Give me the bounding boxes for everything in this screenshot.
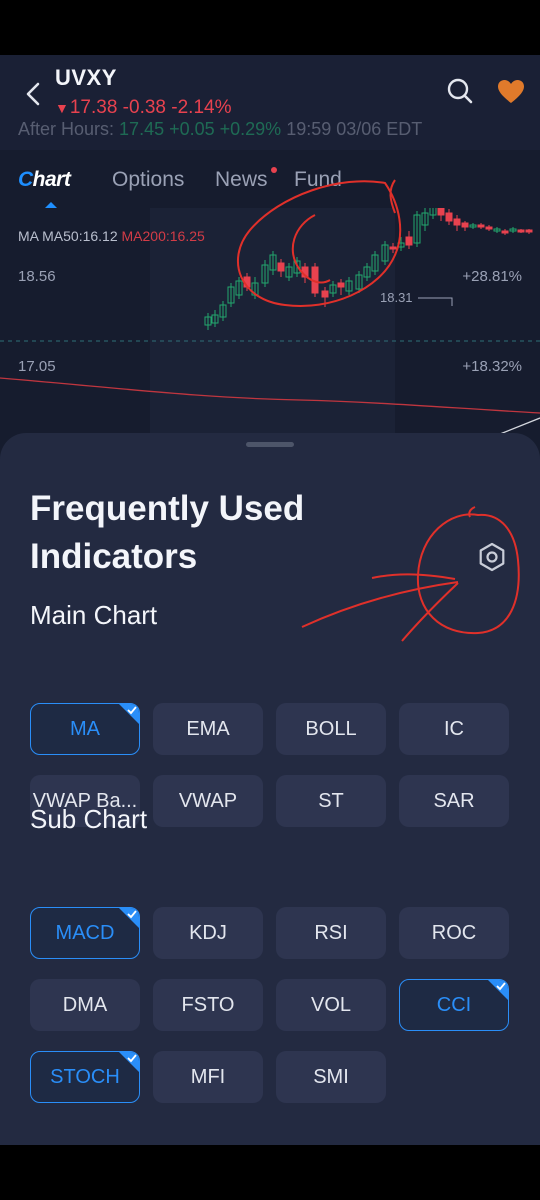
indicator-chip-rsi[interactable]: RSI xyxy=(276,907,386,959)
indicator-chip-smi[interactable]: SMI xyxy=(276,1051,386,1103)
indicator-chip-ic[interactable]: IC xyxy=(399,703,509,755)
candle-body xyxy=(389,246,397,250)
pct-axis-high: +28.81% xyxy=(462,268,522,285)
heart-icon[interactable] xyxy=(497,79,525,105)
ma200-value: MA200:16.25 xyxy=(121,228,205,244)
gear-icon[interactable] xyxy=(476,541,508,573)
indicators-sheet: Frequently Used Indicators Main Chart MA… xyxy=(0,433,540,1145)
indicator-chip-boll[interactable]: BOLL xyxy=(276,703,386,755)
indicator-chip-label: EMA xyxy=(186,717,230,740)
indicator-chip-vol[interactable]: VOL xyxy=(276,979,386,1031)
candle-body xyxy=(477,224,485,228)
check-icon xyxy=(119,704,139,724)
price-down-arrow: ▼ xyxy=(55,100,69,116)
check-icon xyxy=(119,1052,139,1072)
check-icon xyxy=(488,980,508,1000)
peak-marker xyxy=(418,297,453,306)
stock-header: UVXY ▼17.38 -0.38 -2.14% After Hours: 17… xyxy=(0,55,540,150)
tab-options[interactable]: Options xyxy=(112,168,184,192)
indicator-chip-label: IC xyxy=(444,717,464,740)
after-hours-gain: 17.45 +0.05 +0.29% xyxy=(119,119,282,139)
stock-detail-screen: UVXY ▼17.38 -0.38 -2.14% After Hours: 17… xyxy=(0,55,540,1145)
price-axis-high: 18.56 xyxy=(18,268,56,285)
candle-body xyxy=(485,226,493,230)
indicator-chip-label: MACD xyxy=(55,921,115,944)
indicator-chip-label: STOCH xyxy=(50,1065,120,1088)
indicator-chip-label: RSI xyxy=(314,921,348,944)
indicator-chip-label: BOLL xyxy=(305,717,357,740)
sub-chart-title: Sub Chart xyxy=(30,804,148,834)
ma-legend: MA MA50:16.12 MA200:16.25 xyxy=(18,228,205,244)
indicator-chip-label: VWAP xyxy=(178,789,238,812)
candle-body xyxy=(277,262,285,272)
price-axis-mid: 17.05 xyxy=(18,358,56,375)
indicator-chip-cci[interactable]: CCI xyxy=(399,979,509,1031)
after-hours-time: 19:59 03/06 EDT xyxy=(286,119,423,139)
main-chart-title: Main Chart xyxy=(30,600,158,630)
indicator-chip-label: MFI xyxy=(190,1065,226,1088)
indicator-chip-label: FSTO xyxy=(181,993,235,1016)
indicator-chip-ma[interactable]: MA xyxy=(30,703,140,755)
indicator-chip-label: VOL xyxy=(310,993,352,1016)
candle-body xyxy=(461,222,469,228)
candle-body xyxy=(337,282,345,288)
indicator-chip-label: ST xyxy=(318,789,344,812)
indicator-chip-vwap[interactable]: VWAP xyxy=(153,775,263,827)
candle-body xyxy=(321,290,329,298)
indicator-chip-label: MA xyxy=(70,717,100,740)
indicator-chip-fsto[interactable]: FSTO xyxy=(153,979,263,1031)
indicator-chip-dma[interactable]: DMA xyxy=(30,979,140,1031)
after-hours-line: After Hours: 17.45 +0.05 +0.29% 19:59 03… xyxy=(18,119,422,140)
indicator-chip-label: DMA xyxy=(62,993,108,1016)
price-change-text: 17.38 -0.38 -2.14% xyxy=(69,97,232,118)
pct-axis-mid: +18.32% xyxy=(462,358,522,375)
candle-body xyxy=(243,276,251,288)
peak-price-label: 18.31 xyxy=(380,290,413,305)
sheet-title: Frequently Used Indicators xyxy=(30,489,305,576)
back-chevron-icon[interactable] xyxy=(22,79,46,109)
check-icon xyxy=(119,908,139,928)
candle-body xyxy=(525,229,533,233)
candle-body xyxy=(501,230,509,234)
indicator-chip-label: KDJ xyxy=(189,921,227,944)
ticker-symbol: UVXY xyxy=(55,65,117,90)
tab-news[interactable]: News xyxy=(215,168,268,192)
indicator-chip-mfi[interactable]: MFI xyxy=(153,1051,263,1103)
indicator-chip-macd[interactable]: MACD xyxy=(30,907,140,959)
ma-label: MA xyxy=(18,228,39,244)
tab-chart[interactable]: Chart xyxy=(18,168,71,192)
indicator-chip-label: ROC xyxy=(431,921,477,944)
detail-tabs: Chart Options News Fund xyxy=(0,150,540,209)
price-quote: ▼17.38 -0.38 -2.14% xyxy=(55,97,231,119)
candle-body xyxy=(445,212,453,222)
indicator-chip-kdj[interactable]: KDJ xyxy=(153,907,263,959)
tab-fund[interactable]: Fund xyxy=(294,168,342,192)
candle-body xyxy=(405,236,413,246)
candle-body xyxy=(311,266,319,294)
candle-body xyxy=(517,229,525,233)
search-icon[interactable] xyxy=(446,77,474,105)
news-unread-dot xyxy=(271,167,277,173)
indicator-chip-ema[interactable]: EMA xyxy=(153,703,263,755)
ma50-value: MA50:16.12 xyxy=(42,228,118,244)
sheet-drag-handle[interactable] xyxy=(246,442,294,447)
indicator-chip-label: SAR xyxy=(433,789,475,812)
indicator-chip-sar[interactable]: SAR xyxy=(399,775,509,827)
candle-body xyxy=(437,208,445,216)
indicator-chip-label: SMI xyxy=(313,1065,349,1088)
indicator-chip-stoch[interactable]: STOCH xyxy=(30,1051,140,1103)
indicator-chip-st[interactable]: ST xyxy=(276,775,386,827)
indicator-chip-label: CCI xyxy=(436,993,472,1016)
indicator-chip-roc[interactable]: ROC xyxy=(399,907,509,959)
candle-body xyxy=(301,266,309,278)
after-hours-label: After Hours: xyxy=(18,119,115,139)
candle-body xyxy=(453,218,461,226)
